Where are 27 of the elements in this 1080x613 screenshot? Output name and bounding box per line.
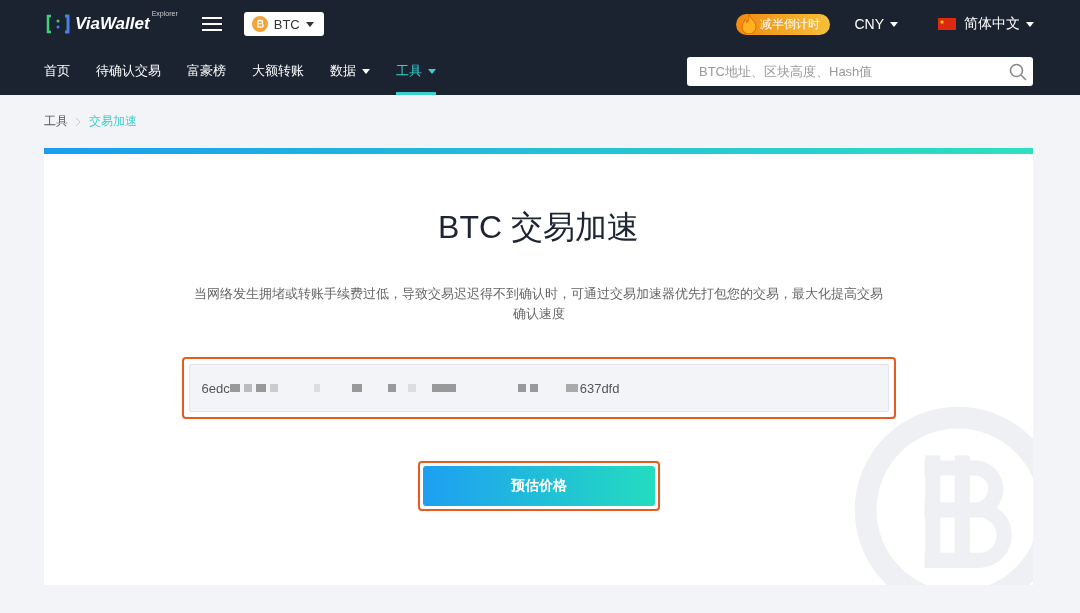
flag-icon <box>938 18 956 30</box>
tx-hash-field[interactable]: 6edc 637dfd <box>188 364 889 412</box>
logo-text: ViaWallet <box>75 14 150 34</box>
language-select[interactable]: 简体中文 <box>938 15 1034 33</box>
tx-hash-start: 6edc <box>201 380 230 396</box>
currency-select[interactable]: CNY <box>854 16 898 32</box>
chevron-icon <box>76 117 81 126</box>
page-title: BTC 交易加速 <box>438 208 639 247</box>
search-icon[interactable] <box>1009 62 1027 81</box>
caret-icon <box>890 21 898 27</box>
coin-select[interactable]: BTC <box>243 12 324 36</box>
nav-tab[interactable]: 数据 <box>330 48 370 95</box>
nav-tab[interactable]: 大额转账 <box>252 48 304 95</box>
nav-tab[interactable]: 工具 <box>396 48 436 95</box>
description-text: 当网络发生拥堵或转账手续费过低，导致交易迟迟得不到确认时，可通过交易加速器优先打包您的交易，最大化提高交易确认速度 <box>193 286 884 323</box>
nav-tab[interactable]: 待确认交易 <box>96 48 161 95</box>
logo-icon <box>46 14 70 34</box>
bitcoin-icon <box>251 16 268 32</box>
caret-icon <box>1026 21 1034 27</box>
search-field[interactable]: BTC地址、区块高度、Hash值 <box>687 57 1033 86</box>
tx-hash-end: 637dfd <box>579 380 620 396</box>
nav-tab[interactable]: 富豪榜 <box>187 48 226 95</box>
nav-tab[interactable]: 首页 <box>44 48 70 95</box>
menu-icon[interactable] <box>201 16 222 32</box>
caret-icon <box>305 21 314 27</box>
breadcrumb-item[interactable]: 工具 <box>44 113 68 130</box>
flame-icon <box>740 14 759 34</box>
